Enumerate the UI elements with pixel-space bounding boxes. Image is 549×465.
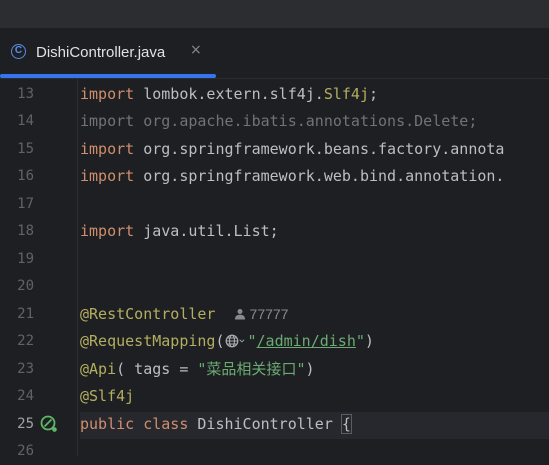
editor-tab-bar: C DishiController.java × [0, 28, 549, 79]
code-line-14-unused-import: import org.apache.ibatis.annotations.Del… [80, 112, 478, 130]
code-editor[interactable]: import lombok.extern.slf4j.Slf4j; import… [80, 79, 549, 456]
line-number: 16 [17, 168, 34, 184]
line-number: 19 [17, 251, 34, 267]
annotation: @RestController [80, 305, 216, 323]
line-number: 13 [17, 86, 34, 102]
code-text: org.springframework.beans.factory.annota [134, 140, 505, 158]
line-number: 20 [17, 278, 34, 294]
annotation: @Slf4j [80, 387, 135, 405]
class-name: DishiController [188, 415, 342, 433]
java-class-icon: C [11, 44, 26, 59]
line-number: 22 [17, 333, 34, 349]
line-number: 17 [17, 196, 34, 212]
keyword: import [80, 167, 135, 185]
title-bar-strip [0, 0, 549, 28]
string-quote: " [355, 332, 365, 350]
code-line-21: @RestController 77777 [80, 301, 288, 328]
annotation: @Api [80, 360, 117, 378]
string-literal: "菜品相关接口" [197, 360, 306, 378]
keyword: class [143, 415, 189, 433]
string-quote: " [247, 332, 257, 350]
code-line-15: import org.springframework.beans.factory… [80, 136, 504, 163]
line-number: 24 [17, 388, 34, 404]
line-number-gutter[interactable]: 13 14 15 16 17 18 19 20 21 22 23 24 25 2… [0, 79, 78, 459]
annotation: @RequestMapping [80, 332, 216, 350]
code-text: ( tags = [116, 360, 198, 378]
keyword: import [80, 85, 135, 103]
user-icon [234, 309, 245, 320]
line-number: 21 [17, 306, 34, 322]
line-number: 14 [17, 113, 34, 129]
code-text: org.springframework.web.bind.annotation. [134, 167, 505, 185]
code-text: ) [305, 360, 315, 378]
line-number: 18 [17, 223, 34, 239]
code-text: java.util.List; [134, 222, 279, 240]
code-line-23: @Api( tags = "菜品相关接口") [80, 356, 315, 383]
url-path-link[interactable]: /admin/dish [257, 332, 356, 350]
keyword: import [80, 140, 135, 158]
chevron-down-icon[interactable] [238, 334, 248, 348]
close-icon[interactable]: × [190, 42, 202, 58]
line-number: 23 [17, 361, 34, 377]
text-caret [350, 415, 352, 433]
code-line-18: import java.util.List; [80, 218, 279, 245]
code-line-24: @Slf4j [80, 383, 134, 410]
open-brace: { [340, 414, 352, 434]
keyword: import [80, 222, 135, 240]
line-number: 15 [17, 141, 34, 157]
code-line-16: import org.springframework.web.bind.anno… [80, 163, 504, 190]
tab-dishi-controller[interactable]: C DishiController.java × [0, 28, 216, 79]
tab-title: DishiController.java [36, 44, 166, 61]
line-number: 26 [17, 443, 34, 459]
keyword: public [80, 415, 135, 433]
code-text: ; [369, 85, 379, 103]
current-line-number: 25 [17, 416, 34, 432]
code-text: ) [364, 332, 374, 350]
code-text: lombok.extern.slf4j. [134, 85, 324, 103]
code-line-25: public class DishiController { [80, 411, 352, 438]
gutter-divider [77, 79, 78, 456]
code-line-22: @RequestMapping( "/admin/dish") [80, 328, 374, 355]
class-ref: Slf4j [323, 85, 369, 103]
bean-gutter-icon[interactable] [40, 415, 58, 433]
code-line-13: import lombok.extern.slf4j.Slf4j; [80, 81, 378, 108]
author-hint[interactable]: 77777 [250, 306, 289, 322]
code-text: ( [215, 332, 225, 350]
globe-icon[interactable] [225, 334, 239, 348]
